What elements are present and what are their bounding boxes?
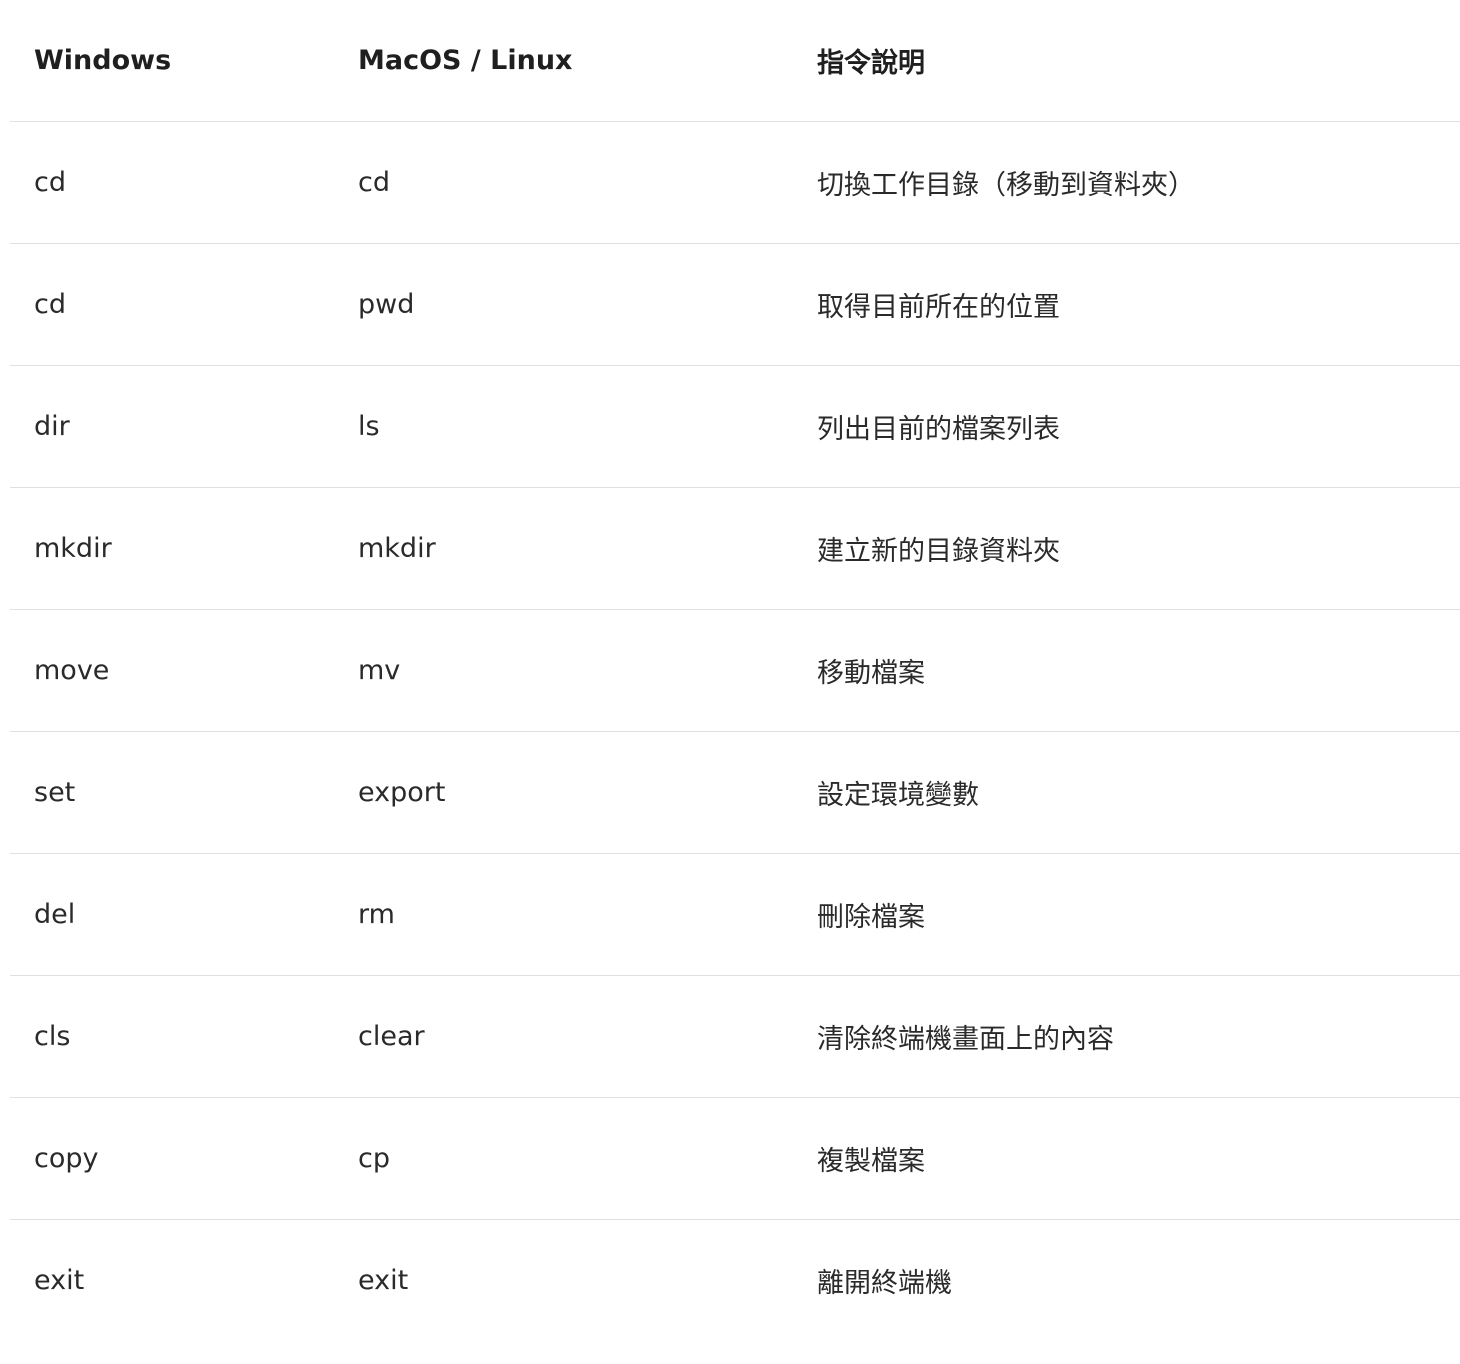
windows-command: exit xyxy=(34,1265,85,1296)
unix-command: ls xyxy=(334,365,793,488)
command-description: 列出目前的檔案列表 xyxy=(793,365,1460,488)
table-row: set export 設定環境變數 xyxy=(10,731,1460,854)
unix-command: pwd xyxy=(334,243,793,366)
command-description: 離開終端機 xyxy=(817,1268,952,1299)
command-description: 切換工作目錄（移動到資料夾） xyxy=(793,121,1460,244)
windows-command: set xyxy=(10,731,334,854)
unix-command: cd xyxy=(334,121,793,244)
windows-command: dir xyxy=(10,365,334,488)
table-row: cls clear 清除終端機畫面上的內容 xyxy=(10,975,1460,1098)
unix-command: export xyxy=(334,731,793,854)
table-row: exit exit 離開終端機 xyxy=(10,1220,1460,1342)
table-row: cd pwd 取得目前所在的位置 xyxy=(10,243,1460,366)
windows-command: move xyxy=(10,609,334,732)
command-description: 設定環境變數 xyxy=(793,731,1460,854)
command-description: 移動檔案 xyxy=(793,609,1460,732)
header-windows: Windows xyxy=(10,0,334,122)
unix-command: mv xyxy=(334,609,793,732)
command-description: 刪除檔案 xyxy=(793,853,1460,976)
table-body: cd cd 切換工作目錄（移動到資料夾） cd pwd 取得目前所在的位置 di… xyxy=(10,121,1460,1342)
command-description: 複製檔案 xyxy=(793,1097,1460,1220)
unix-command: clear xyxy=(334,975,793,1098)
windows-command: cd xyxy=(10,243,334,366)
windows-command: del xyxy=(10,853,334,976)
table-header: Windows MacOS / Linux 指令說明 xyxy=(10,0,1460,122)
command-description: 取得目前所在的位置 xyxy=(793,243,1460,366)
windows-command: mkdir xyxy=(10,487,334,610)
header-description: 指令說明 xyxy=(793,0,1460,122)
windows-command: cls xyxy=(10,975,334,1098)
table-row: mkdir mkdir 建立新的目錄資料夾 xyxy=(10,487,1460,610)
unix-command: cp xyxy=(334,1097,793,1220)
command-table: Windows MacOS / Linux 指令說明 cd cd 切換工作目錄（… xyxy=(10,0,1460,1341)
table-row: move mv 移動檔案 xyxy=(10,609,1460,732)
command-description: 建立新的目錄資料夾 xyxy=(793,487,1460,610)
command-description: 清除終端機畫面上的內容 xyxy=(793,975,1460,1098)
windows-command: copy xyxy=(10,1097,334,1220)
table-row: copy cp 複製檔案 xyxy=(10,1097,1460,1220)
header-row: Windows MacOS / Linux 指令說明 xyxy=(10,0,1460,122)
table-row: cd cd 切換工作目錄（移動到資料夾） xyxy=(10,121,1460,244)
table-row: dir ls 列出目前的檔案列表 xyxy=(10,365,1460,488)
header-macos-linux: MacOS / Linux xyxy=(334,0,793,122)
unix-command: exit xyxy=(358,1265,409,1296)
unix-command: rm xyxy=(334,853,793,976)
table-row: del rm 刪除檔案 xyxy=(10,853,1460,976)
windows-command: cd xyxy=(10,121,334,244)
unix-command: mkdir xyxy=(334,487,793,610)
